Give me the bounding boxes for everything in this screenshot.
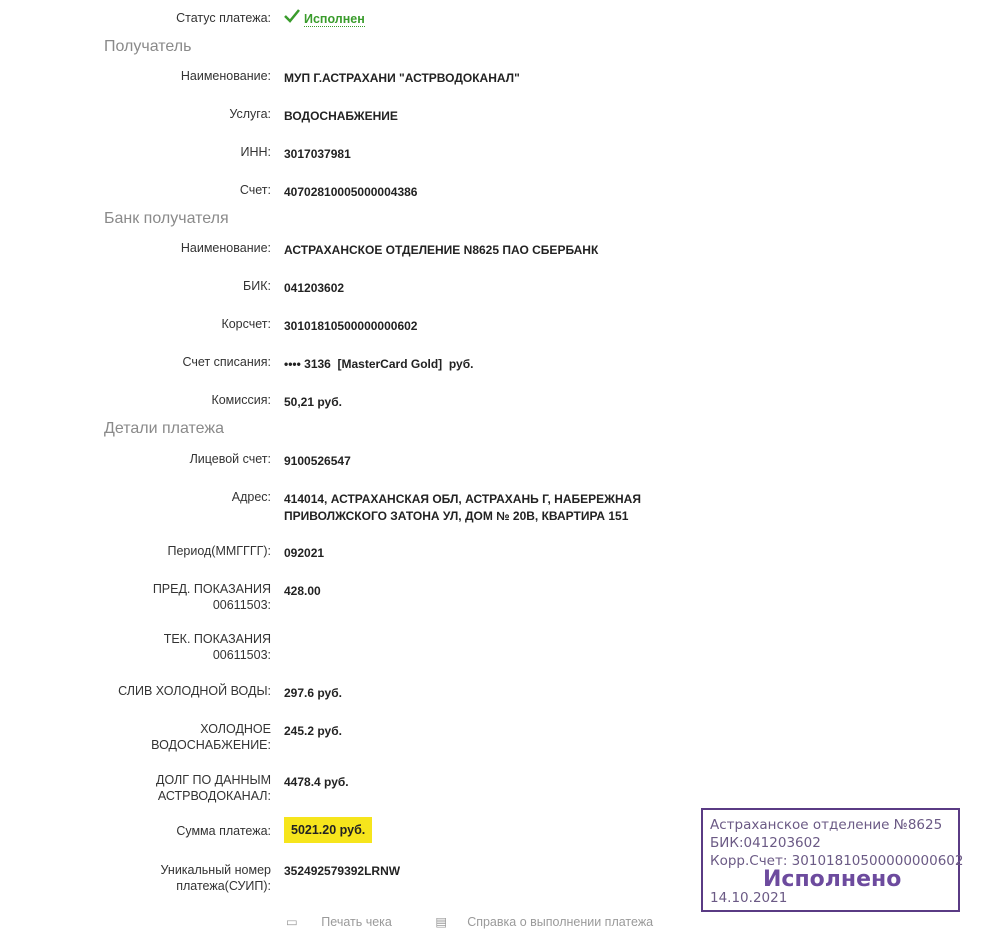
service-value: ВОДОСНАБЖЕНИЕ (284, 109, 398, 123)
bik-label: БИК: (243, 279, 271, 293)
inn-label: ИНН: (240, 145, 271, 159)
account-label: Счет: (239, 183, 271, 197)
bottom-links: ▭ Печать чека ▤ Справка о выполнении плат… (286, 914, 693, 929)
debit-value: •••• 3136 [MasterCard Gold] руб. (284, 357, 474, 371)
stamp-date: 14.10.2021 (710, 890, 788, 906)
period-value: 092021 (284, 546, 325, 560)
fee-value: 50,21 руб. (284, 395, 342, 409)
bik-value: 041203602 (284, 281, 345, 295)
sum-value: 5021.20 руб. (284, 817, 373, 843)
bank-name: АСТРАХАНСКОЕ ОТДЕЛЕНИЕ N8625 ПАО СБЕРБАН… (284, 243, 599, 257)
recipient-name-label: Наименование: (180, 69, 271, 83)
stamp-branch: Астраханское отделение №8625 (710, 817, 943, 833)
fee-label: Комиссия: (211, 393, 271, 407)
address-line1: 414014, АСТРАХАНСКАЯ ОБЛ, АСТРАХАНЬ Г, Н… (284, 492, 641, 506)
prev-label-1: ПРЕД. ПОКАЗАНИЯ (152, 582, 271, 596)
cur-label-1: ТЕК. ПОКАЗАНИЯ (163, 632, 271, 646)
address-line2: ПРИВОЛЖСКОГО ЗАТОНА УЛ, ДОМ № 20В, КВАРТ… (284, 509, 629, 523)
section-recipient: Получатель (104, 38, 192, 55)
cur-label-2: 00611503: (212, 648, 271, 662)
uid-label-1: Уникальный номер (160, 863, 271, 877)
cold-value: 245.2 руб. (284, 724, 342, 738)
document-icon: ▤ (435, 915, 448, 929)
section-bank: Банк получателя (104, 210, 229, 227)
status-value[interactable]: Исполнен (304, 11, 365, 28)
status-link[interactable]: Исполнен (304, 12, 365, 27)
cold-label-1: ХОЛОДНОЕ (200, 722, 271, 736)
uid-label-2: платежа(СУИП): (176, 879, 271, 893)
debt-value: 4478.4 руб. (284, 775, 349, 789)
debt-label-1: ДОЛГ ПО ДАННЫМ (155, 773, 271, 787)
debit-label: Счет списания: (182, 355, 271, 369)
debt-label-2: АСТРВОДОКАНАЛ: (157, 789, 271, 803)
personal-label: Лицевой счет: (189, 452, 271, 466)
personal-value: 9100526547 (284, 454, 351, 468)
drain-label: СЛИВ ХОЛОДНОЙ ВОДЫ: (118, 684, 271, 698)
drain-value: 297.6 руб. (284, 686, 342, 700)
cold-label-2: ВОДОСНАБЖЕНИЕ: (151, 738, 271, 752)
prev-label-2: 00611503: (212, 598, 271, 612)
sum-label: Сумма платежа: (176, 824, 271, 838)
address-label: Адрес: (231, 490, 271, 504)
bank-stamp: Астраханское отделение №8625 БИК:0412036… (701, 808, 963, 912)
status-label: Статус платежа: (176, 11, 271, 25)
stamp-bik: БИК:041203602 (710, 835, 821, 851)
uid-value: 352492579392LRNW (284, 864, 401, 878)
recipient-name: МУП Г.АСТРАХАНИ "АСТРВОДОКАНАЛ" (284, 71, 520, 85)
service-label: Услуга: (229, 107, 271, 121)
period-label: Период(ММГГГГ): (167, 544, 271, 558)
check-icon (284, 9, 300, 23)
print-link[interactable]: ▭ Печать чека (286, 915, 412, 929)
account-value: 40702810005000004386 (284, 185, 418, 199)
stamp-status: Исполнено (763, 867, 902, 892)
corr-label: Корсчет: (221, 317, 271, 331)
prev-value: 428.00 (284, 584, 321, 598)
bank-name-label: Наименование: (180, 241, 271, 255)
section-details: Детали платежа (104, 420, 224, 437)
corr-value: 30101810500000000602 (284, 319, 418, 333)
printer-icon: ▭ (286, 915, 302, 929)
certificate-link[interactable]: ▤ Справка о выполнении платежа (435, 915, 673, 929)
inn-value: 3017037981 (284, 147, 351, 161)
